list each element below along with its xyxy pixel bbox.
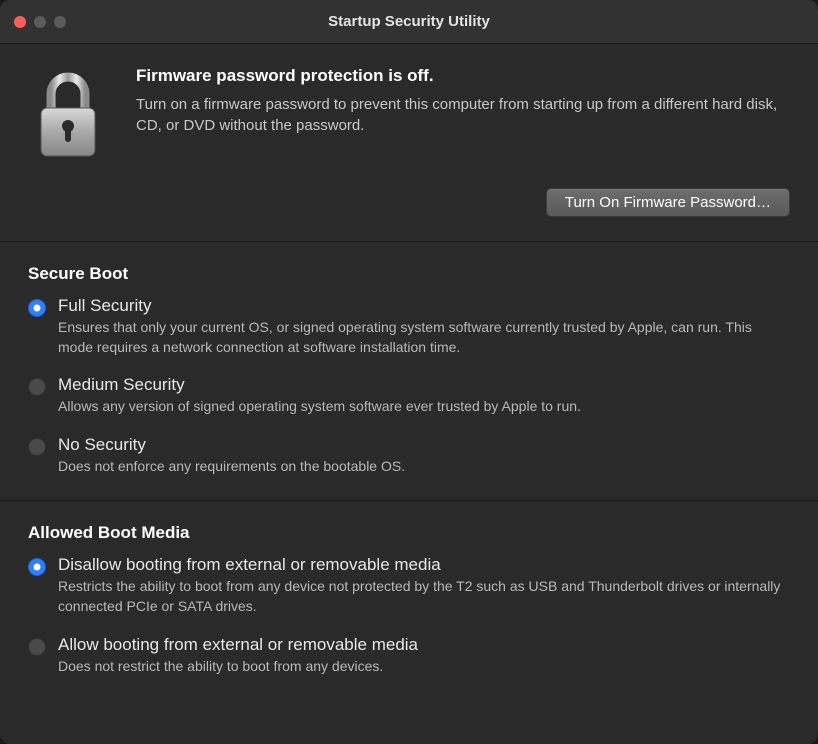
radio-no-security[interactable]: No Security Does not enforce any require… — [28, 435, 790, 477]
radio-label: Allow booting from external or removable… — [58, 635, 790, 655]
firmware-description: Turn on a firmware password to prevent t… — [136, 94, 790, 136]
lock-icon — [28, 66, 108, 160]
radio-medium-security[interactable]: Medium Security Allows any version of si… — [28, 375, 790, 417]
radio-disallow-external[interactable]: Disallow booting from external or remova… — [28, 555, 790, 616]
radio-description: Allows any version of signed operating s… — [58, 397, 790, 417]
boot-media-heading: Allowed Boot Media — [28, 523, 790, 543]
radio-label: Full Security — [58, 296, 790, 316]
window-title: Startup Security Utility — [0, 13, 818, 30]
firmware-section: Firmware password protection is off. Tur… — [0, 44, 818, 242]
radio-indicator — [28, 558, 46, 576]
minimize-button[interactable] — [34, 16, 46, 28]
radio-description: Does not restrict the ability to boot fr… — [58, 657, 790, 677]
radio-label: Disallow booting from external or remova… — [58, 555, 790, 575]
titlebar: Startup Security Utility — [0, 0, 818, 44]
traffic-lights — [0, 16, 66, 28]
radio-description: Restricts the ability to boot from any d… — [58, 577, 790, 616]
content-area: Firmware password protection is off. Tur… — [0, 44, 818, 744]
radio-label: No Security — [58, 435, 790, 455]
secure-boot-heading: Secure Boot — [28, 264, 790, 284]
window-frame: Startup Security Utility — [0, 0, 818, 744]
radio-indicator — [28, 638, 46, 656]
boot-media-section: Allowed Boot Media Disallow booting from… — [0, 501, 818, 700]
radio-description: Ensures that only your current OS, or si… — [58, 318, 790, 357]
radio-indicator — [28, 378, 46, 396]
radio-indicator — [28, 438, 46, 456]
radio-indicator — [28, 299, 46, 317]
close-button[interactable] — [14, 16, 26, 28]
radio-allow-external[interactable]: Allow booting from external or removable… — [28, 635, 790, 677]
zoom-button[interactable] — [54, 16, 66, 28]
radio-label: Medium Security — [58, 375, 790, 395]
radio-description: Does not enforce any requirements on the… — [58, 457, 790, 477]
radio-full-security[interactable]: Full Security Ensures that only your cur… — [28, 296, 790, 357]
turn-on-firmware-password-button[interactable]: Turn On Firmware Password… — [546, 188, 790, 217]
secure-boot-section: Secure Boot Full Security Ensures that o… — [0, 242, 818, 501]
firmware-heading: Firmware password protection is off. — [136, 66, 790, 86]
